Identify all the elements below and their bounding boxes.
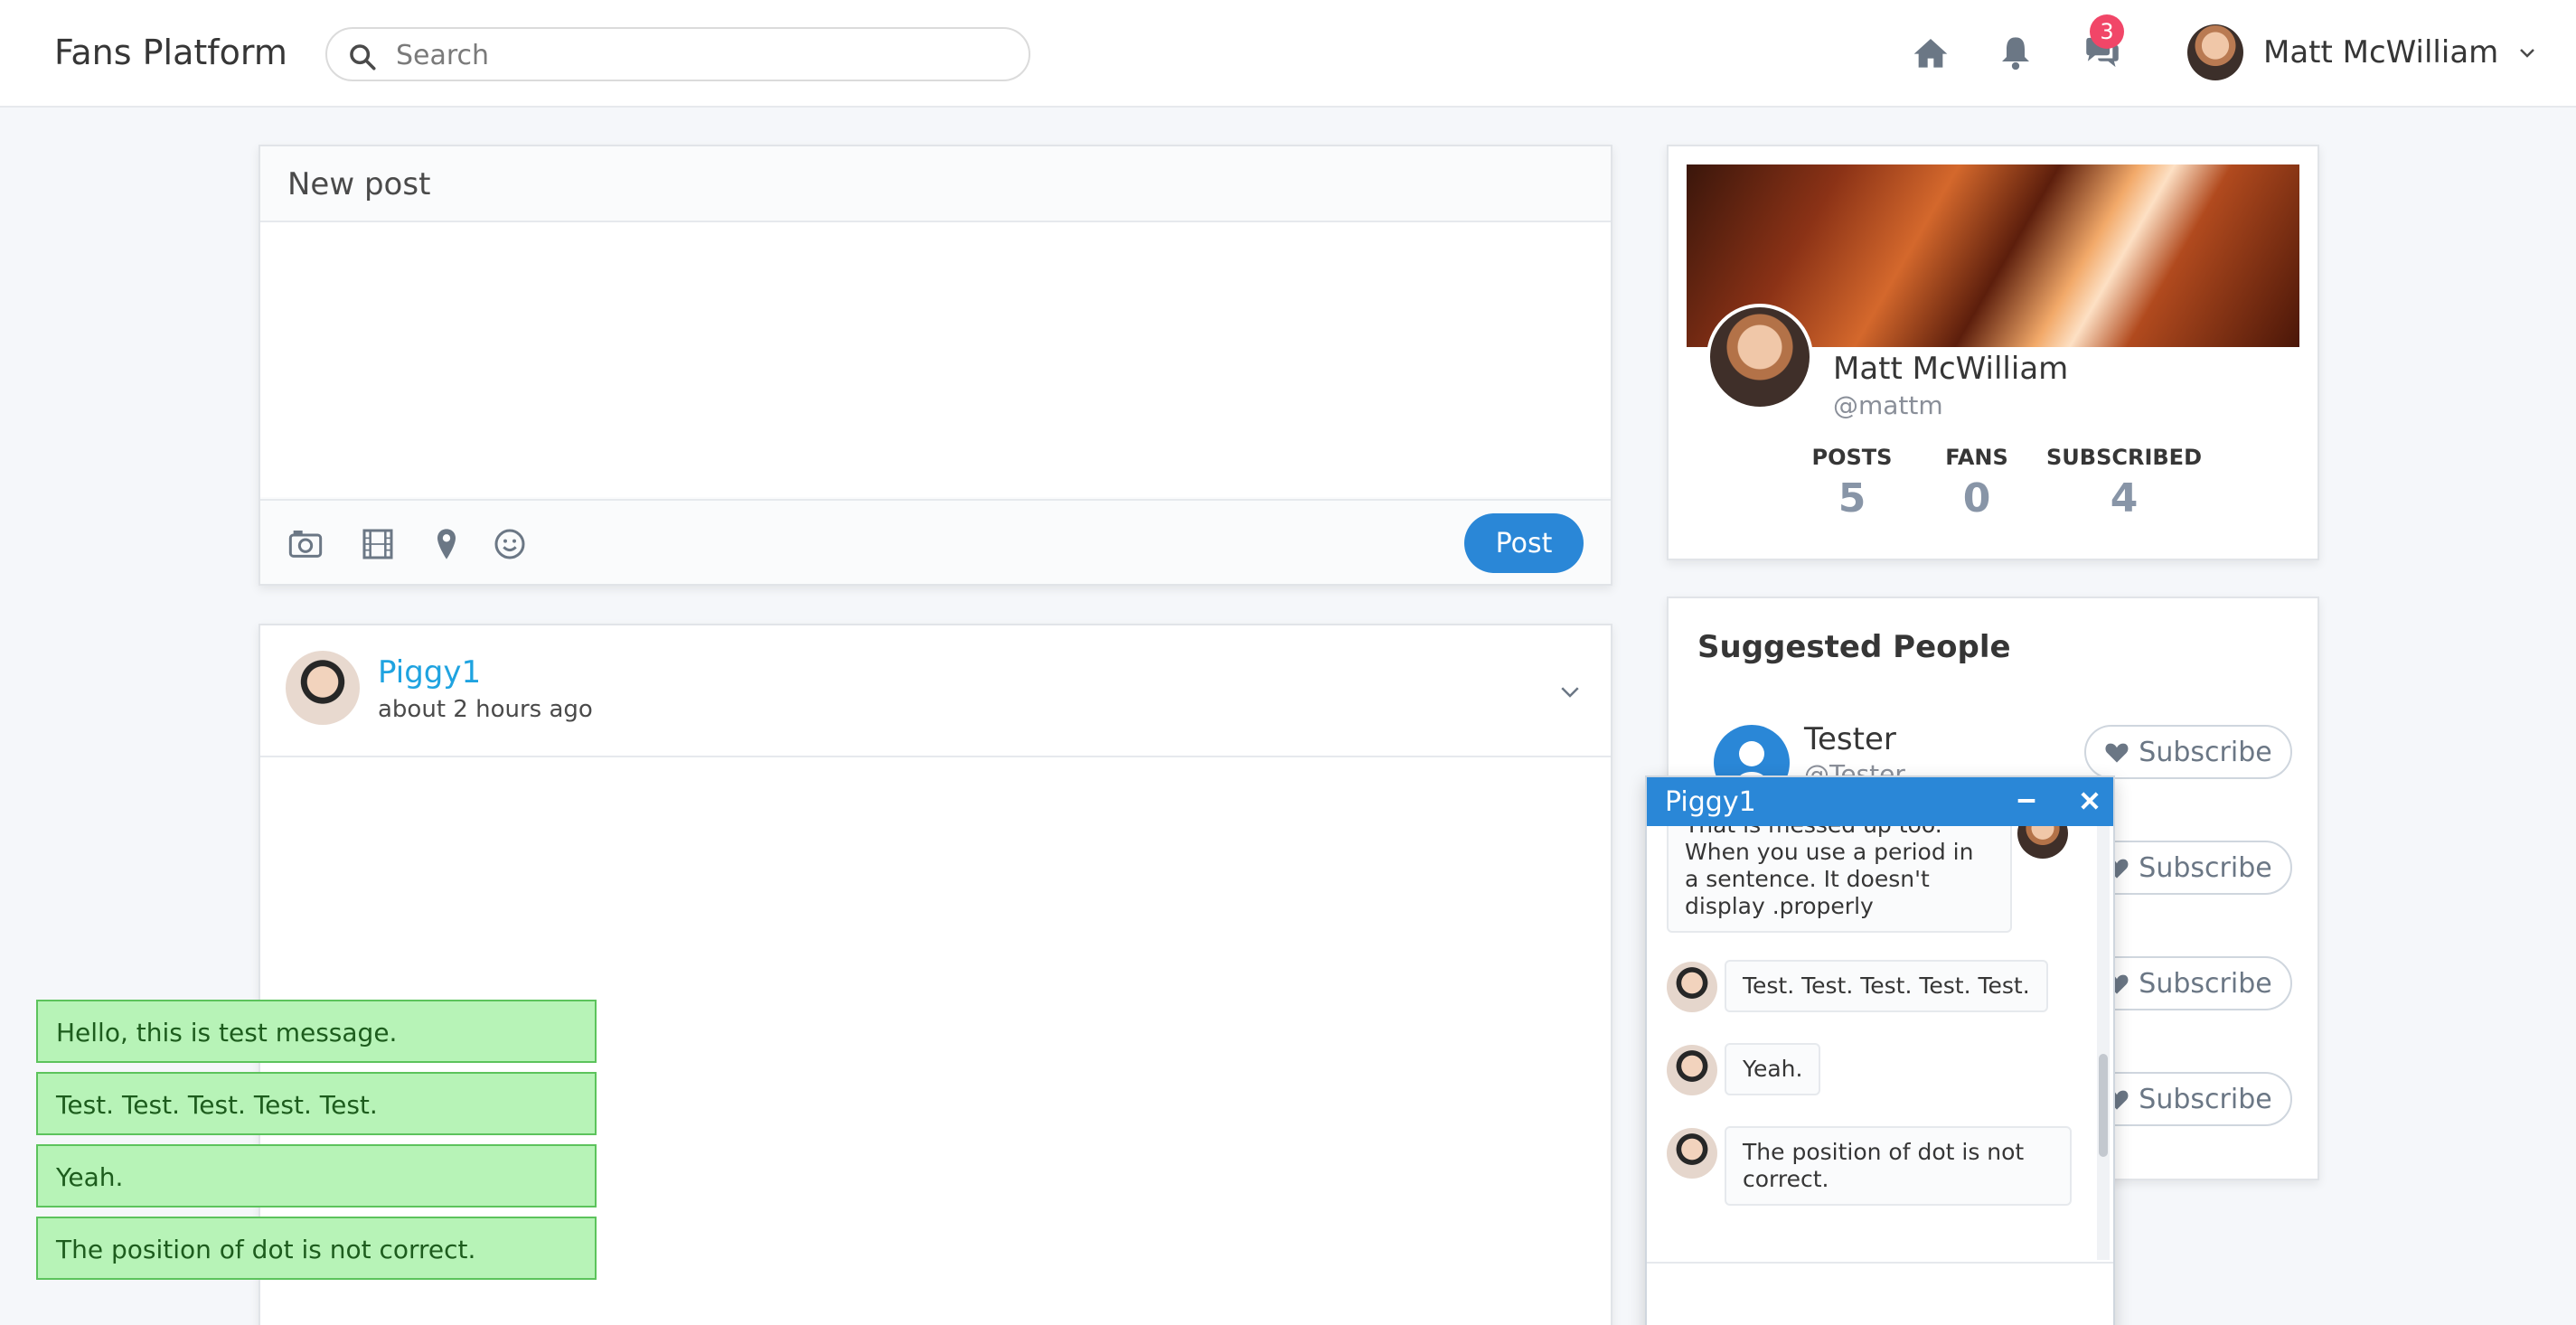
toast-notification[interactable]: The position of dot is not correct. bbox=[36, 1217, 597, 1280]
search-input[interactable] bbox=[396, 38, 1011, 72]
subscribe-label: Subscribe bbox=[2139, 967, 2272, 1000]
chat-message: Yeah. bbox=[1725, 1043, 1821, 1095]
user-menu[interactable]: Matt McWilliam bbox=[2187, 23, 2538, 81]
stat-label: FANS bbox=[1945, 445, 2008, 470]
subscribe-button[interactable]: Subscribe bbox=[2084, 841, 2292, 895]
chevron-down-icon bbox=[2520, 49, 2535, 58]
chat-message-own: That is messed up too. When you use a pe… bbox=[1667, 826, 2012, 933]
suggested-name[interactable]: Tester bbox=[1804, 721, 1896, 757]
new-post-card: New post Post bbox=[259, 145, 1612, 586]
close-icon[interactable] bbox=[2077, 788, 2102, 813]
new-post-toolbar: Post bbox=[260, 499, 1611, 584]
post-button[interactable]: Post bbox=[1464, 513, 1584, 573]
avatar bbox=[2187, 24, 2243, 80]
navbar: Fans Platform 3 Matt McWilliam bbox=[0, 0, 2576, 108]
profile-name[interactable]: Matt McWilliam bbox=[1833, 351, 2068, 387]
post-timestamp: about 2 hours ago bbox=[378, 696, 593, 723]
new-post-title: New post bbox=[260, 146, 1611, 222]
post-author-link[interactable]: Piggy1 bbox=[378, 654, 481, 691]
subscribe-label: Subscribe bbox=[2139, 736, 2272, 768]
profile-handle: @mattm bbox=[1833, 390, 1943, 420]
smiley-icon[interactable] bbox=[492, 526, 528, 562]
chat-scrollbar-thumb[interactable] bbox=[2099, 1054, 2108, 1157]
new-post-textarea[interactable] bbox=[260, 222, 1611, 497]
camera-icon[interactable] bbox=[287, 526, 324, 562]
minimize-icon[interactable] bbox=[2014, 788, 2039, 813]
avatar bbox=[2017, 826, 2068, 859]
avatar[interactable] bbox=[286, 651, 360, 725]
toast-notification[interactable]: Hello, this is test message. bbox=[36, 1000, 597, 1063]
chat-input[interactable] bbox=[1647, 1262, 2113, 1325]
avatar bbox=[1667, 962, 1717, 1012]
subscribe-label: Subscribe bbox=[2139, 1083, 2272, 1115]
chat-message: The position of dot is not correct. bbox=[1725, 1126, 2072, 1206]
stat-fans[interactable]: FANS 0 bbox=[1927, 445, 2026, 522]
toast-notification[interactable]: Yeah. bbox=[36, 1144, 597, 1208]
stat-label: SUBSCRIBED bbox=[2046, 445, 2202, 470]
subscribe-button[interactable]: Subscribe bbox=[2084, 1072, 2292, 1126]
subscribe-label: Subscribe bbox=[2139, 851, 2272, 884]
stat-subscribed[interactable]: SUBSCRIBED 4 bbox=[2043, 445, 2205, 522]
chat-scrollbar[interactable] bbox=[2097, 826, 2110, 1260]
stat-posts[interactable]: POSTS 5 bbox=[1802, 445, 1902, 522]
profile-avatar[interactable] bbox=[1706, 304, 1813, 410]
film-icon[interactable] bbox=[360, 526, 396, 562]
heart-icon bbox=[2105, 743, 2129, 763]
brand-logo[interactable]: Fans Platform bbox=[54, 33, 287, 72]
location-pin-icon[interactable] bbox=[428, 526, 465, 562]
chat-message: Test. Test. Test. Test. Test. bbox=[1725, 960, 2048, 1012]
feed-post-header: Piggy1 about 2 hours ago bbox=[260, 625, 1611, 757]
search-box[interactable] bbox=[325, 27, 1030, 81]
home-icon[interactable] bbox=[1911, 33, 1951, 72]
messages-badge: 3 bbox=[2090, 14, 2124, 49]
profile-card: Matt McWilliam @mattm POSTS 5 FANS 0 SUB… bbox=[1667, 145, 2319, 560]
search-icon bbox=[350, 44, 376, 70]
chat-window: Piggy1 That is messed up too. When you u… bbox=[1645, 775, 2115, 1325]
stat-value: 0 bbox=[1962, 475, 1991, 522]
subscribe-button[interactable]: Subscribe bbox=[2084, 725, 2292, 779]
suggested-title: Suggested People bbox=[1697, 629, 2011, 665]
chat-title: Piggy1 bbox=[1665, 786, 1756, 818]
toast-notification[interactable]: Test. Test. Test. Test. Test. bbox=[36, 1072, 597, 1135]
subscribe-button[interactable]: Subscribe bbox=[2084, 956, 2292, 1010]
user-name: Matt McWilliam bbox=[2263, 34, 2499, 70]
stat-value: 5 bbox=[1838, 475, 1866, 522]
avatar bbox=[1667, 1128, 1717, 1179]
stat-value: 4 bbox=[2110, 475, 2139, 522]
chevron-down-icon[interactable] bbox=[1556, 678, 1584, 705]
bell-icon[interactable] bbox=[1996, 33, 2035, 72]
stat-label: POSTS bbox=[1811, 445, 1893, 470]
chat-header[interactable]: Piggy1 bbox=[1647, 777, 2113, 826]
avatar bbox=[1667, 1045, 1717, 1095]
chat-messages[interactable]: That is messed up too. When you use a pe… bbox=[1647, 826, 2113, 1260]
